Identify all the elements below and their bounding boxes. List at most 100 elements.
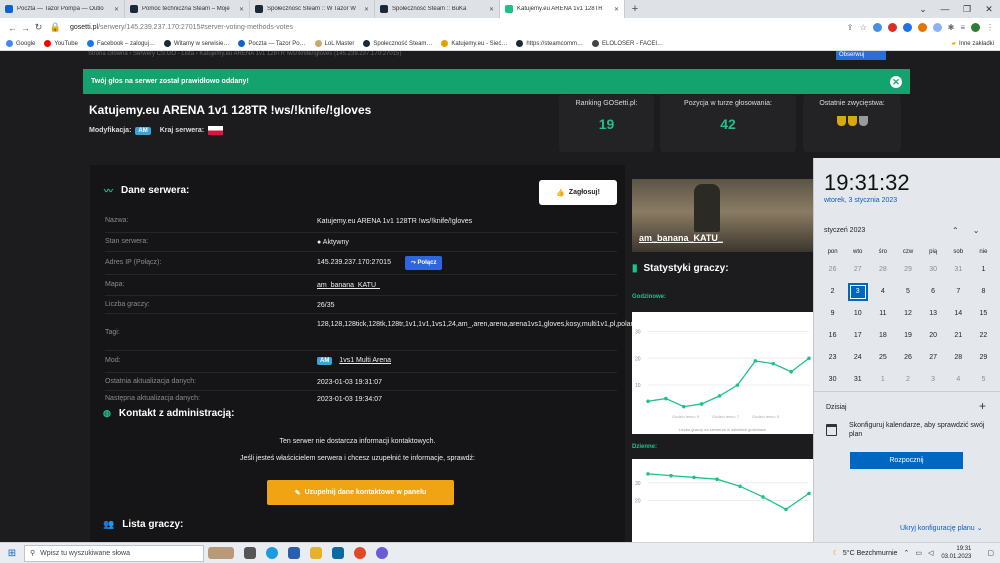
browser-tab[interactable]: Poczta — Tazor Pompa — Outlo ✕ (0, 0, 125, 18)
bookmark-item[interactable]: LoL Master (314, 40, 354, 47)
bookmark-item[interactable]: Google (6, 40, 35, 47)
lock-icon[interactable]: 🔒 (49, 22, 62, 33)
task-view-icon[interactable] (244, 547, 256, 559)
close-tab-icon[interactable]: ✕ (614, 6, 619, 13)
calendar-day[interactable]: 31 (845, 369, 870, 391)
calendar-day[interactable]: 16 (820, 325, 845, 347)
chevron-down-icon[interactable]: ⌄ (973, 226, 980, 235)
edge-icon[interactable] (266, 547, 278, 559)
discord-icon[interactable] (376, 547, 388, 559)
calendar-day[interactable]: 22 (971, 325, 996, 347)
browser-tab[interactable]: Katujemy.eu ARENA 1v1 128TR ✕ (500, 0, 625, 18)
network-icon[interactable]: ▭ (915, 549, 922, 557)
vote-button[interactable]: 👍 Zagłosuj! (539, 180, 617, 205)
calendar-day[interactable]: 20 (921, 325, 946, 347)
file-explorer-icon[interactable] (310, 547, 322, 559)
profile-avatar[interactable] (971, 23, 980, 32)
calendar-day[interactable]: 30 (921, 259, 946, 281)
tab-search-icon[interactable]: ⌄ (912, 0, 934, 18)
reading-list-icon[interactable]: ≡ (960, 23, 965, 32)
browser-tab[interactable]: Społeczność Steam :: BuKa ✕ (375, 0, 500, 18)
calendar-day[interactable]: 14 (946, 303, 971, 325)
calendar-day[interactable]: 25 (870, 347, 895, 369)
extension-icon[interactable] (917, 23, 927, 32)
calendar-day[interactable]: 9 (820, 303, 845, 325)
store-icon[interactable] (288, 547, 300, 559)
add-event-icon[interactable]: + (979, 399, 986, 413)
bookmark-item[interactable]: Poczta — Tazor Po… (238, 40, 306, 47)
calendar-day[interactable]: 27 (845, 259, 870, 281)
calendar-day[interactable]: 21 (946, 325, 971, 347)
new-tab-button[interactable]: + (625, 0, 645, 18)
close-tab-icon[interactable]: ✕ (114, 6, 119, 13)
calendar-day[interactable]: 18 (870, 325, 895, 347)
taskbar-search[interactable]: ⚲ Wpisz tu wyszukiwane słowa (24, 544, 204, 562)
connect-button[interactable]: ⤳ Połącz (404, 256, 443, 270)
bookmark-item[interactable]: Witamy w serwisie… (163, 40, 229, 47)
menu-icon[interactable]: ⋮ (986, 23, 994, 32)
volume-icon[interactable]: ◁ (928, 549, 933, 557)
minimize-icon[interactable]: — (934, 0, 956, 18)
calendar-day[interactable]: 23 (820, 347, 845, 369)
calendar-day[interactable]: 8 (971, 281, 996, 303)
calendar-day[interactable]: 5 (895, 281, 920, 303)
calendar-day[interactable]: 19 (895, 325, 920, 347)
bookmark-star-icon[interactable]: ☆ (859, 23, 866, 32)
calendar-day[interactable]: 5 (971, 369, 996, 391)
steam-follow-button[interactable]: Obserwuj (836, 51, 886, 60)
other-bookmarks[interactable]: ▰ Inne zakładki (951, 40, 994, 48)
url-field[interactable]: gosetti.pl/serwery/145.239.237.170:27015… (70, 24, 847, 31)
calendar-day[interactable]: 2 (895, 369, 920, 391)
calendar-day-today[interactable]: 3 (847, 283, 868, 301)
chevron-up-icon[interactable]: ⌃ (952, 226, 959, 235)
extension-icon[interactable] (902, 23, 912, 32)
calendar-day[interactable]: 31 (946, 259, 971, 281)
map-link[interactable]: am_banana_KATU_ (317, 281, 617, 291)
search-highlight-image[interactable] (208, 547, 234, 559)
close-tab-icon[interactable]: ✕ (364, 6, 369, 13)
close-icon[interactable]: ✕ (890, 75, 902, 88)
bookmark-item[interactable]: Społeczność Steam… (363, 40, 432, 47)
start-button[interactable]: Rozpocznij (850, 452, 963, 469)
calendar-day[interactable]: 1 (870, 369, 895, 391)
calendar-day[interactable]: 29 (971, 347, 996, 369)
calendar-day[interactable]: 26 (895, 347, 920, 369)
bookmark-item[interactable]: YouTube (44, 40, 78, 47)
forward-icon[interactable]: → (19, 23, 32, 33)
calendar-day[interactable]: 11 (870, 303, 895, 325)
calendar-day[interactable]: 17 (845, 325, 870, 347)
extension-icon[interactable] (872, 23, 882, 32)
extensions-puzzle-icon[interactable]: ✱ (948, 23, 955, 32)
maximize-icon[interactable]: ❐ (956, 0, 978, 18)
mail-icon[interactable] (332, 547, 344, 559)
clock-date-link[interactable]: wtorek, 3 stycznia 2023 (824, 197, 897, 204)
back-icon[interactable]: ← (6, 23, 19, 33)
windows-start-icon[interactable]: ⊞ (0, 548, 24, 559)
calendar-day[interactable]: 2 (820, 281, 845, 303)
calendar-month[interactable]: styczeń 2023 (824, 227, 865, 234)
calendar-day[interactable]: 4 (870, 281, 895, 303)
calendar-day[interactable]: 28 (870, 259, 895, 281)
reload-icon[interactable]: ↻ (32, 22, 45, 33)
tray-chevron-icon[interactable]: ⌃ (903, 549, 909, 557)
calendar-day[interactable]: 13 (921, 303, 946, 325)
calendar-day[interactable]: 27 (921, 347, 946, 369)
calendar-day[interactable]: 29 (895, 259, 920, 281)
close-window-icon[interactable]: ✕ (978, 0, 1000, 18)
calendar-day[interactable]: 30 (820, 369, 845, 391)
browser-tab[interactable]: Pomoc techniczna Steam – Moje ✕ (125, 0, 250, 18)
extension-icon[interactable] (932, 23, 942, 32)
calendar-day[interactable]: 1 (971, 259, 996, 281)
fill-contact-button[interactable]: ✎ Uzupełnij dane kontaktowe w panelu (267, 480, 454, 505)
bookmark-item[interactable]: Facebook – zaloguj… (86, 40, 155, 47)
weather-widget[interactable]: ☾ 5°C Bezchmurnie (833, 549, 898, 558)
bookmark-item[interactable]: https://steamcomm… (516, 40, 583, 47)
calendar-day[interactable]: 10 (845, 303, 870, 325)
calendar-day[interactable]: 4 (946, 369, 971, 391)
notifications-icon[interactable]: ▢ (987, 549, 994, 557)
calendar-day[interactable]: 12 (895, 303, 920, 325)
mod-link[interactable]: 1vs1 Multi Arena (339, 357, 391, 364)
bookmark-item[interactable]: ELOLOSER - FACEI… (592, 40, 663, 47)
calendar-day[interactable]: 24 (845, 347, 870, 369)
hide-plan-link[interactable]: Ukryj konfigurację planu ⌄ (900, 524, 983, 532)
